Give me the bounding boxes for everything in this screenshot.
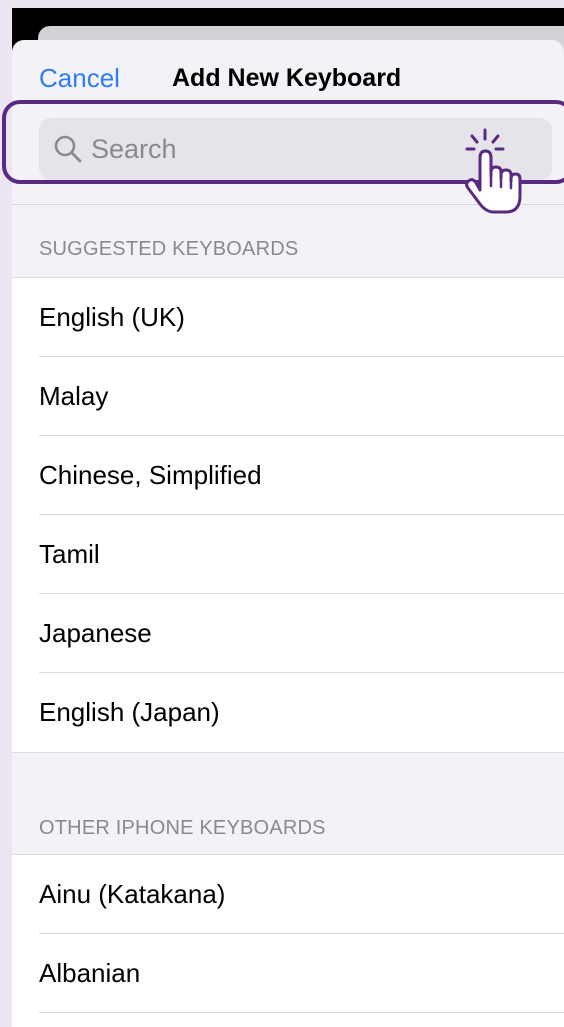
list-item[interactable]: Tamil bbox=[12, 515, 564, 594]
list-item[interactable]: Albanian bbox=[12, 934, 564, 1013]
list-item[interactable]: Malay bbox=[12, 357, 564, 436]
list-item[interactable]: Ainu (Katakana) bbox=[12, 855, 564, 934]
list-item-label: English (Japan) bbox=[39, 697, 220, 727]
other-keyboards-list: Ainu (Katakana) Albanian bbox=[12, 854, 564, 1027]
list-item-label: Tamil bbox=[39, 539, 100, 569]
list-item[interactable] bbox=[12, 1013, 564, 1027]
list-item-label: Japanese bbox=[39, 618, 152, 648]
list-item[interactable]: English (UK) bbox=[12, 278, 564, 357]
list-item[interactable]: Japanese bbox=[12, 594, 564, 673]
list-item[interactable]: Chinese, Simplified bbox=[12, 436, 564, 515]
list-item-label: Malay bbox=[39, 381, 109, 411]
suggested-keyboards-list: English (UK) Malay Chinese, Simplified T… bbox=[12, 277, 564, 753]
list-item-label: Chinese, Simplified bbox=[39, 460, 262, 490]
suggested-keyboards-header: SUGGESTED KEYBOARDS bbox=[39, 238, 299, 260]
tap-hand-icon bbox=[465, 128, 522, 214]
list-item-label: English (UK) bbox=[39, 302, 185, 332]
list-item-label: Albanian bbox=[39, 958, 141, 988]
page-title: Add New Keyboard bbox=[172, 64, 402, 92]
other-keyboards-header: OTHER IPHONE KEYBOARDS bbox=[39, 817, 326, 839]
list-item[interactable]: English (Japan) bbox=[12, 673, 564, 752]
cancel-button[interactable]: Cancel bbox=[39, 62, 120, 94]
list-item-label: Ainu (Katakana) bbox=[39, 879, 226, 909]
